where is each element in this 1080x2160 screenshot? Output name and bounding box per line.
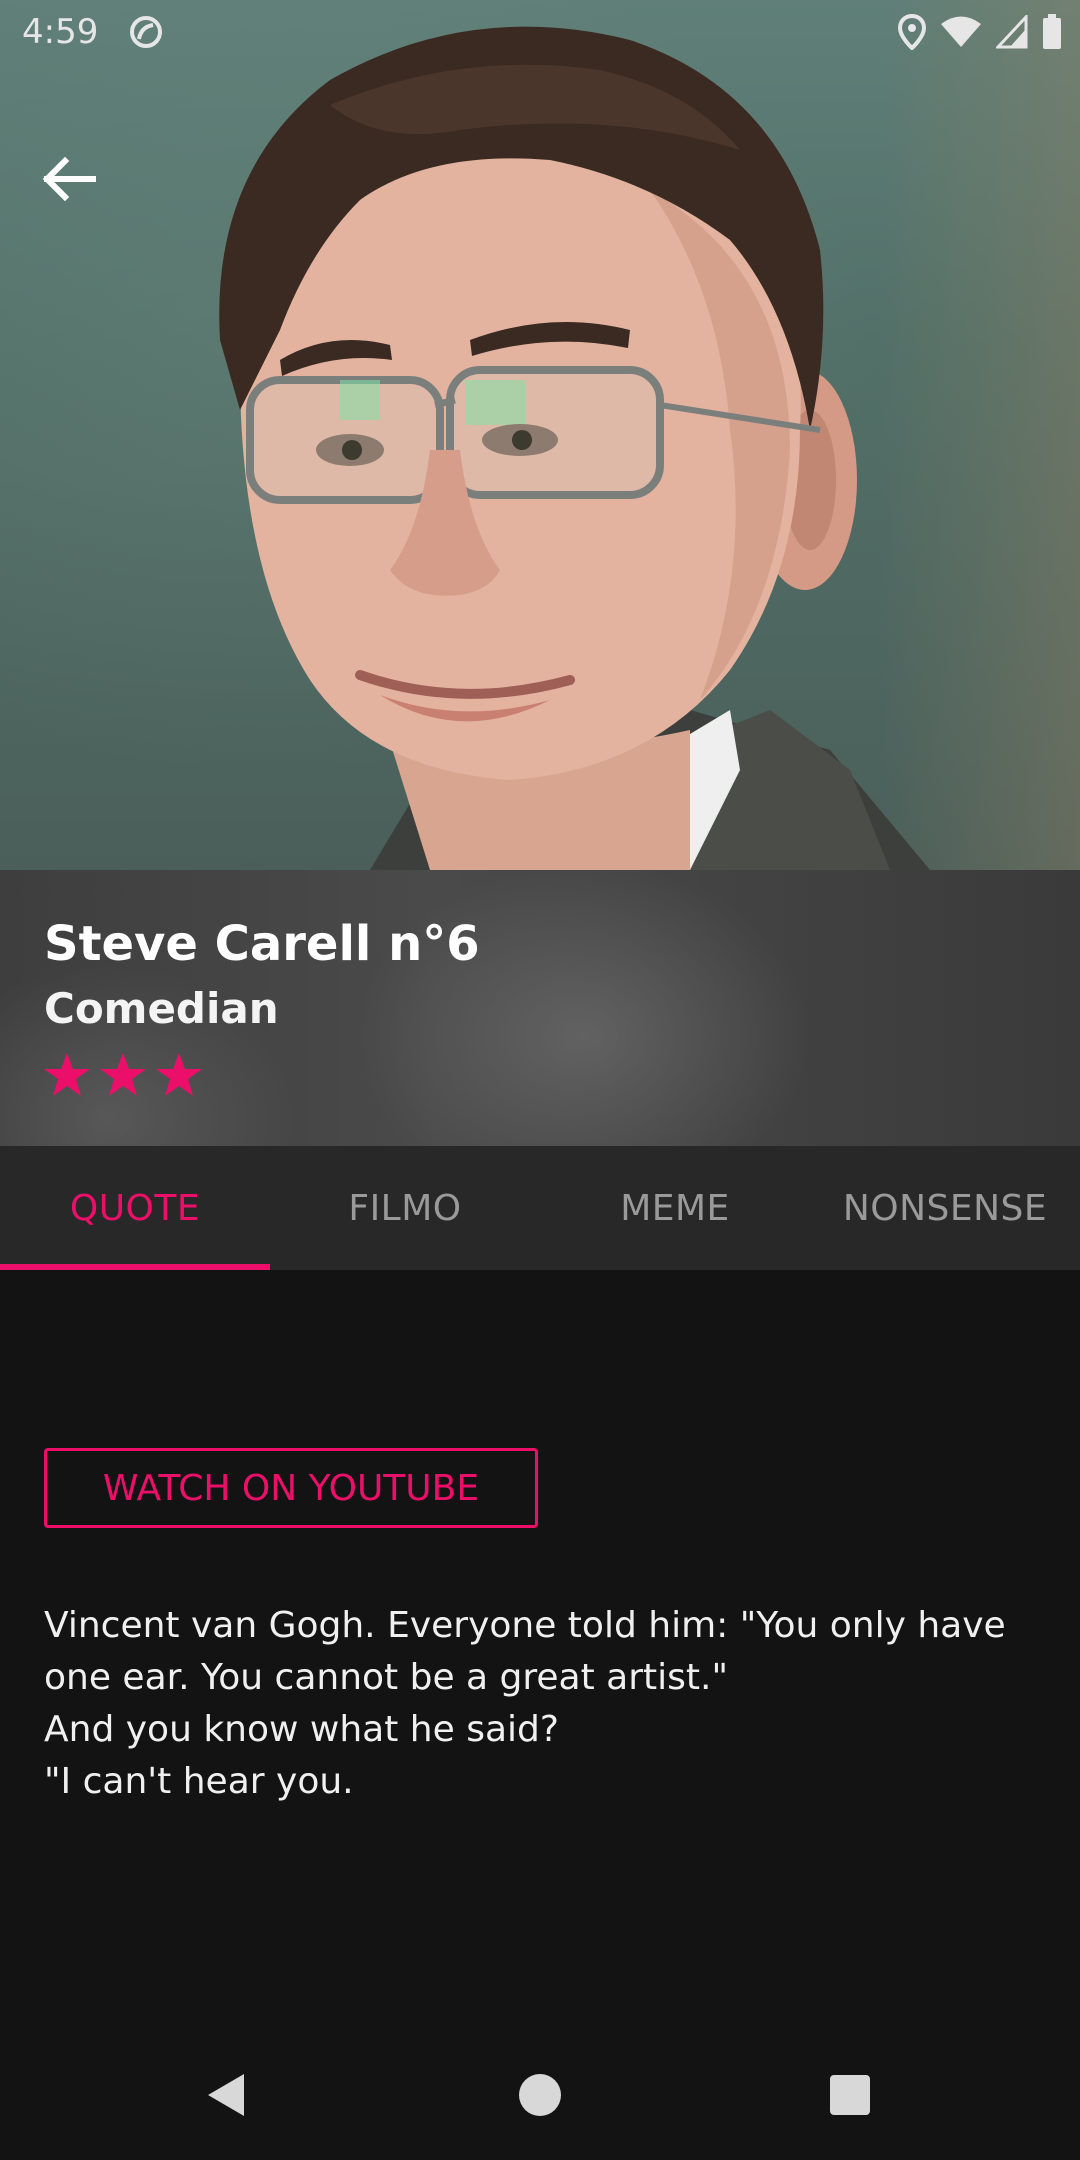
tab-bar: QUOTE FILMO MEME NONSENSE	[0, 1146, 1080, 1270]
system-navigation-bar	[0, 2030, 1080, 2160]
nav-back-triangle-icon	[208, 2074, 244, 2116]
status-icons	[898, 14, 1062, 50]
app-screen: 4:59 Steve Carell n°6 Comedian QUOTE FIL…	[0, 0, 1080, 2160]
quote-line: one ear. You cannot be a great artist."	[44, 1657, 729, 1698]
nav-home-button[interactable]	[505, 2060, 575, 2130]
quote-line: Vincent van Gogh. Everyone told him: "Yo…	[44, 1605, 1006, 1646]
location-pin-icon	[898, 14, 926, 50]
profile-header: Steve Carell n°6 Comedian	[0, 870, 1080, 1146]
nav-back-button[interactable]	[190, 2060, 260, 2130]
quote-line: And you know what he said?	[44, 1709, 559, 1750]
person-role: Comedian	[44, 984, 279, 1033]
cell-signal-icon	[996, 15, 1028, 49]
battery-icon	[1043, 14, 1061, 49]
nav-recents-square-icon	[830, 2075, 870, 2115]
tab-meme[interactable]: MEME	[540, 1146, 810, 1270]
watch-on-youtube-button[interactable]: WATCH ON YOUTUBE	[44, 1448, 538, 1528]
tab-filmo[interactable]: FILMO	[270, 1146, 540, 1270]
status-bar: 4:59	[0, 0, 1080, 66]
person-name: Steve Carell n°6	[44, 916, 480, 972]
quote-line: "I can't hear you.	[44, 1761, 354, 1802]
arrow-left-icon	[42, 157, 96, 201]
profile-photo	[0, 0, 1080, 870]
do-not-disturb-icon	[130, 16, 162, 48]
tab-quote[interactable]: QUOTE	[0, 1146, 270, 1270]
star-icon	[156, 1053, 202, 1096]
wifi-icon	[941, 16, 981, 47]
star-icon	[44, 1053, 90, 1096]
star-icon	[100, 1053, 146, 1096]
tab-nonsense[interactable]: NONSENSE	[810, 1146, 1080, 1270]
star-rating	[42, 1050, 204, 1100]
status-time: 4:59	[22, 12, 99, 52]
quote-panel: WATCH ON YOUTUBE Vincent van Gogh. Every…	[0, 1270, 1080, 2030]
back-button[interactable]	[36, 146, 102, 212]
nav-recents-button[interactable]	[815, 2060, 885, 2130]
quote-text: Vincent van Gogh. Everyone told him: "Yo…	[44, 1600, 1044, 1808]
nav-home-circle-icon	[519, 2074, 561, 2116]
portrait-illustration	[219, 26, 930, 870]
